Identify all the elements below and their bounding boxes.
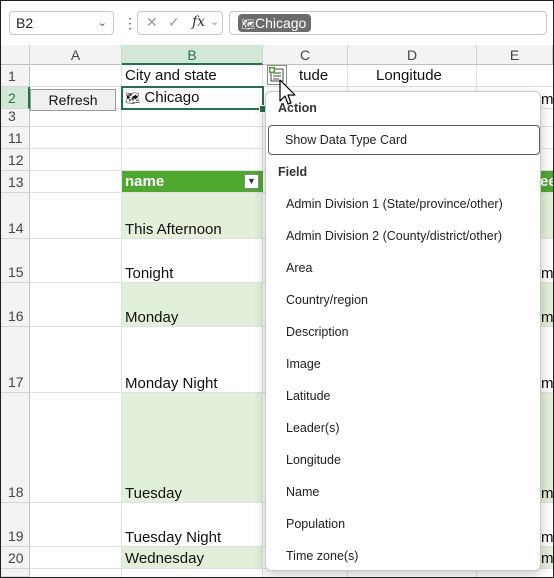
cell-e16[interactable]: mp (541, 309, 553, 326)
mouse-cursor-icon (279, 79, 296, 105)
menu-item-admin-division-2[interactable]: Admin Division 2 (County/district/other) (286, 229, 502, 243)
formula-input[interactable]: 🗺Chicago (229, 11, 547, 35)
column-header-c[interactable]: C (263, 45, 348, 65)
formula-buttons: ✕ ✓ fx ⌄ (137, 11, 223, 35)
row-header-18[interactable]: 18 (1, 393, 30, 503)
row-header-13[interactable]: 13 (1, 171, 30, 193)
table-header-label: name (125, 173, 165, 190)
show-data-type-card-item[interactable]: Show Data Type Card (268, 125, 540, 155)
column-header-a[interactable]: A (30, 45, 122, 65)
cell-e15[interactable]: mp (541, 265, 553, 282)
row-header-21[interactable] (1, 569, 30, 577)
cell-e20[interactable]: mp (541, 550, 553, 567)
cell-b14[interactable]: This Afternoon (125, 221, 222, 238)
cell-d1[interactable]: Longitude (376, 67, 442, 84)
select-all-corner[interactable] (1, 45, 30, 65)
row-header-14[interactable]: 14 (1, 193, 30, 239)
menu-item-area[interactable]: Area (286, 261, 312, 275)
menu-item-latitude[interactable]: Latitude (286, 389, 330, 403)
row-header-11[interactable]: 11 (1, 127, 30, 149)
chevron-down-icon[interactable]: ⌄ (210, 15, 219, 28)
cell-b17[interactable]: Monday Night (125, 375, 218, 392)
table-header-name[interactable]: name ▼ (122, 171, 263, 192)
row-header-1[interactable]: 1 (1, 65, 30, 87)
cell-c1[interactable]: tude (299, 67, 328, 84)
column-header-e[interactable]: E (477, 45, 553, 65)
row-header-17[interactable]: 17 (1, 327, 30, 393)
menu-section-field: Field (278, 165, 308, 179)
row-header-20[interactable]: 20 (1, 547, 30, 569)
refresh-button[interactable]: Refresh (30, 89, 116, 111)
cancel-icon[interactable]: ✕ (146, 14, 158, 31)
menu-item-name[interactable]: Name (286, 485, 319, 499)
map-icon: 🗺 (241, 19, 255, 31)
menu-item-image[interactable]: Image (286, 357, 321, 371)
cell-b15[interactable]: Tonight (125, 265, 173, 282)
row-header-12[interactable]: 12 (1, 149, 30, 171)
excel-window: B2 ⌄ ⋮ ✕ ✓ fx ⌄ 🗺Chicago A B C D E 1 2 3… (0, 0, 554, 578)
menu-item-country-region[interactable]: Country/region (286, 293, 368, 307)
chip-text: Chicago (254, 15, 307, 31)
column-header-d[interactable]: D (348, 45, 477, 65)
row-header-2[interactable]: 2 (1, 87, 30, 109)
more-options-icon[interactable]: ⋮ (123, 13, 137, 33)
row-header-16[interactable]: 16 (1, 283, 30, 327)
menu-item-admin-division-1[interactable]: Admin Division 1 (State/province/other) (286, 197, 503, 211)
name-box-value: B2 (16, 15, 34, 31)
column-header-b[interactable]: B (122, 45, 263, 65)
active-cell-border (121, 86, 264, 110)
row-header-15[interactable]: 15 (1, 239, 30, 283)
cell-b18[interactable]: Tuesday (125, 485, 182, 502)
menu-item-leaders[interactable]: Leader(s) (286, 421, 340, 435)
filter-dropdown-icon[interactable]: ▼ (244, 174, 259, 189)
menu-item-time-zones[interactable]: Time zone(s) (286, 549, 358, 563)
cell-e19[interactable]: mp (541, 529, 553, 546)
cell-b1[interactable]: City and state (125, 67, 217, 84)
cell-e17[interactable]: mp (541, 375, 553, 392)
cell-e2[interactable]: mp (541, 91, 553, 108)
table-header-partial[interactable]: ee (540, 171, 553, 192)
table-band (540, 193, 553, 239)
formula-bar: B2 ⌄ ⋮ ✕ ✓ fx ⌄ 🗺Chicago (1, 1, 553, 45)
row-header-19[interactable]: 19 (1, 503, 30, 547)
menu-item-population[interactable]: Population (286, 517, 345, 531)
name-box[interactable]: B2 ⌄ (9, 11, 114, 35)
enter-icon[interactable]: ✓ (168, 14, 180, 31)
insert-function-icon[interactable]: fx (192, 14, 205, 30)
cell-e18[interactable]: mp (541, 485, 553, 502)
insert-data-menu: Action Show Data Type Card Field Admin D… (265, 91, 541, 571)
cell-b19[interactable]: Tuesday Night (125, 529, 221, 546)
menu-item-description[interactable]: Description (286, 325, 349, 339)
linked-entity-chip: 🗺Chicago (238, 14, 312, 32)
menu-item-longitude[interactable]: Longitude (286, 453, 341, 467)
cell-b20[interactable]: Wednesday (125, 550, 204, 567)
row-header-3[interactable]: 3 (1, 108, 30, 127)
cell-b16[interactable]: Monday (125, 309, 178, 326)
chevron-down-icon[interactable]: ⌄ (98, 12, 107, 34)
